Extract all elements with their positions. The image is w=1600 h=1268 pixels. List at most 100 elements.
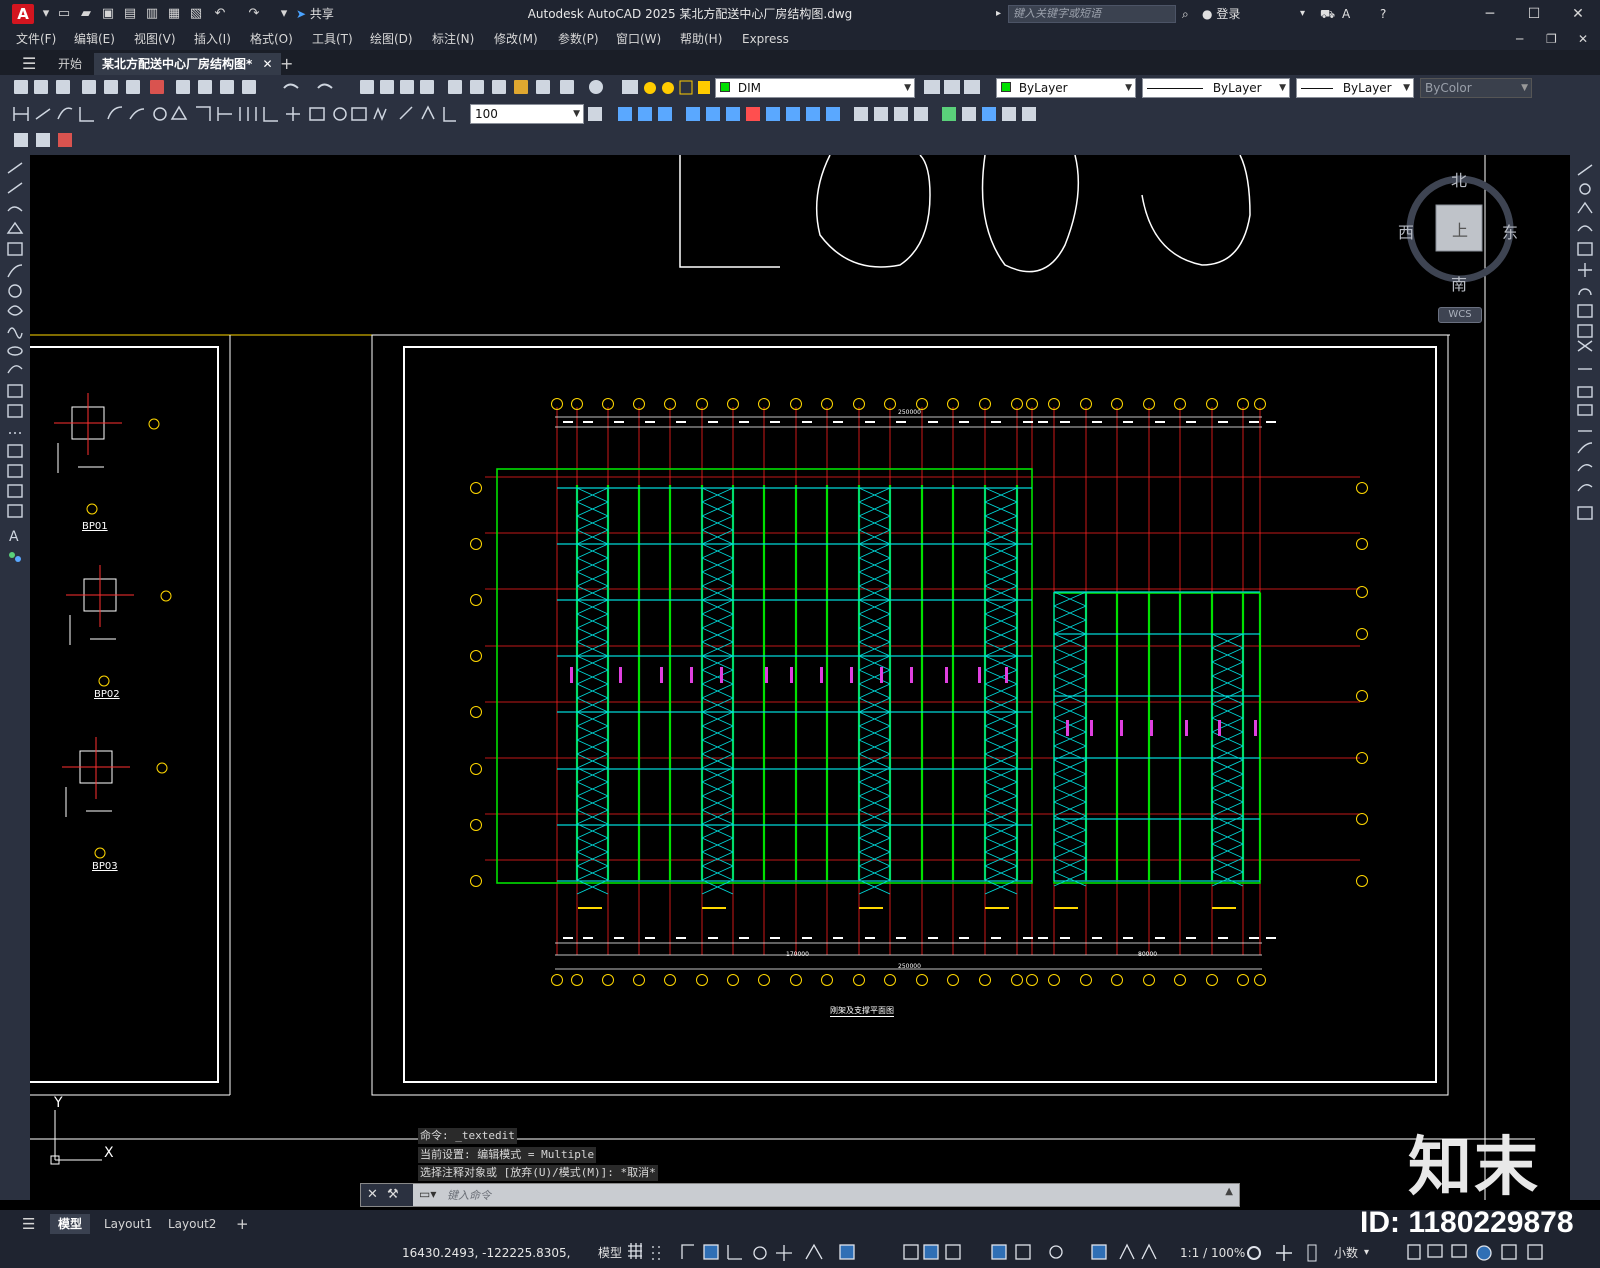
close-button[interactable]: ✕ [1556, 0, 1600, 28]
dim-text [614, 937, 624, 939]
command-history-expand-icon[interactable]: ▲ [1225, 1186, 1233, 1197]
dim-text [676, 937, 686, 939]
save-as-icon[interactable]: ▤ [122, 6, 138, 22]
customize-dropdown-icon[interactable]: ▾ [276, 6, 292, 22]
menu-draw[interactable]: 绘图(D) [370, 31, 413, 47]
viewcube-south[interactable]: 南 [1451, 271, 1467, 295]
cursor-coordinates[interactable]: 16430.2493, -122225.8305, 0.0000 [402, 1241, 590, 1265]
dim-scale-dropdown[interactable]: 100 ▼ [470, 104, 584, 124]
close-icon[interactable]: ✕ [367, 1184, 378, 1206]
menu-modify[interactable]: 修改(M) [494, 31, 538, 47]
tab-model[interactable]: 模型 [50, 1214, 91, 1234]
modify-toolbar-icons[interactable] [586, 101, 1066, 127]
menu-file[interactable]: 文件(F) [16, 31, 56, 47]
search-expand-icon[interactable]: ▸ [996, 5, 1001, 23]
model-space-toggle[interactable]: 模型 [598, 1241, 622, 1265]
frame-plan [470, 398, 1368, 986]
layer-dropdown[interactable]: DIM ▼ [715, 78, 915, 98]
autodesk-app-icon[interactable]: A [1342, 5, 1350, 23]
modify-tool-palette [1570, 155, 1600, 1200]
tab-layout2[interactable]: Layout2 [160, 1214, 224, 1234]
open-folder-icon[interactable]: ▰ [78, 6, 94, 22]
dim-text [563, 937, 573, 939]
menu-express[interactable]: Express [742, 31, 789, 47]
login-dropdown-icon[interactable]: ▾ [1300, 5, 1305, 23]
cart-icon[interactable]: ⛟ [1320, 5, 1335, 23]
grid-bubble [602, 974, 614, 986]
viewcube-east[interactable]: 东 [1502, 219, 1518, 243]
tab-start[interactable]: 开始 [50, 53, 90, 75]
linetype-dropdown[interactable]: ByLayer ▼ [1142, 78, 1290, 98]
dim-text [991, 421, 1001, 423]
status-toggle-icons[interactable] [626, 1241, 1186, 1265]
grid-bubble [470, 650, 482, 662]
search-input[interactable]: 键入关键字或短语 [1008, 5, 1176, 23]
save-icon[interactable]: ▣ [100, 6, 116, 22]
menu-format[interactable]: 格式(O) [250, 31, 293, 47]
minimize-button[interactable]: ─ [1468, 0, 1512, 28]
menu-window[interactable]: 窗口(W) [616, 31, 661, 47]
search-icon[interactable]: ⌕ [1182, 5, 1189, 23]
app-menu-icon[interactable]: ☰ [14, 53, 44, 75]
color-dropdown[interactable]: ByLayer ▼ [996, 78, 1136, 98]
command-input[interactable]: 键入命令 [447, 1187, 1147, 1203]
autocad-logo-icon[interactable]: A [12, 4, 34, 24]
share-button[interactable]: ➤ 共享 [296, 5, 334, 23]
plotstyle-dropdown[interactable]: ByColor ▼ [1420, 78, 1532, 98]
new-file-icon[interactable]: ▭ [56, 6, 72, 22]
annotation-scale[interactable]: 1:1 / 100% [1180, 1241, 1245, 1265]
open-web-icon[interactable]: ▥ [144, 6, 160, 22]
help-icon[interactable]: ? [1380, 5, 1386, 23]
doc-minimize-button[interactable]: ─ [1516, 31, 1523, 47]
menu-tools[interactable]: 工具(T) [312, 31, 353, 47]
grid-bubble [1356, 586, 1368, 598]
detail-callout [98, 675, 110, 687]
lineweight-dropdown[interactable]: ByLayer ▼ [1296, 78, 1414, 98]
command-prompt-icon[interactable]: ▭▾ [419, 1187, 436, 1201]
menu-view[interactable]: 视图(V) [134, 31, 176, 47]
status-tray-icons[interactable] [1404, 1241, 1554, 1265]
menu-parameters[interactable]: 参数(P) [558, 31, 599, 47]
extra-toolbar-icons[interactable] [0, 127, 80, 153]
drawing-canvas[interactable]: Y X BP01 BP02 BP03 刚架及支撑平面图 250000 25000… [30, 155, 1570, 1200]
redo-icon[interactable]: ↷ [246, 6, 262, 22]
menu-insert[interactable]: 插入(I) [194, 31, 231, 47]
modify-tool-icons[interactable] [1570, 155, 1600, 535]
chevron-down-icon[interactable]: ▾ [38, 6, 54, 22]
viewcube[interactable]: 北 南 东 西 上 WCS [1390, 155, 1530, 330]
print-icon[interactable]: ▧ [188, 6, 204, 22]
member-label [910, 667, 913, 683]
wcs-menu[interactable]: WCS [1438, 307, 1482, 323]
new-tab-button[interactable]: + [272, 53, 301, 75]
wrench-icon[interactable]: ⚒ [387, 1184, 399, 1206]
chevron-down-icon[interactable]: ▾ [1364, 1241, 1369, 1265]
maximize-button[interactable]: ☐ [1512, 0, 1556, 28]
doc-close-button[interactable]: ✕ [1578, 31, 1588, 47]
layout-menu-icon[interactable]: ☰ [14, 1214, 43, 1234]
units-selector[interactable]: 小数 [1334, 1241, 1358, 1265]
tab-layout1[interactable]: Layout1 [96, 1214, 160, 1234]
menu-help[interactable]: 帮助(H) [680, 31, 722, 47]
layer-tools-icons[interactable] [922, 77, 982, 99]
toolbar-row-standard: DIM ▼ ByLayer ▼ ByLayer ▼ ByLayer ▼ ByCo… [0, 75, 1600, 101]
menu-dimension[interactable]: 标注(N) [432, 31, 474, 47]
brand-watermark: 知末 [1408, 1131, 1540, 1205]
viewcube-top-face[interactable]: 上 [1452, 217, 1468, 241]
viewcube-north[interactable]: 北 [1451, 167, 1467, 191]
standard-toolbar-icons[interactable] [0, 75, 620, 101]
add-layout-button[interactable]: + [228, 1214, 257, 1234]
layer-state-icons[interactable] [640, 77, 720, 99]
dim-text [1060, 421, 1070, 423]
grid-bubble [633, 974, 645, 986]
draw-tool-icons[interactable]: A [0, 155, 30, 595]
dimension-toolbar-icons[interactable] [0, 101, 470, 127]
doc-restore-button[interactable]: ❐ [1546, 31, 1557, 47]
tab-active-drawing[interactable]: 某北方配送中心厂房结构图* ✕ [94, 53, 281, 75]
undo-icon[interactable]: ↶ [212, 6, 228, 22]
dim-text [1023, 421, 1033, 423]
dim-text [1038, 937, 1048, 939]
menu-edit[interactable]: 编辑(E) [74, 31, 115, 47]
login-button[interactable]: ● 登录 [1202, 5, 1240, 23]
save-web-icon[interactable]: ▦ [166, 6, 182, 22]
viewcube-west[interactable]: 西 [1398, 219, 1414, 243]
